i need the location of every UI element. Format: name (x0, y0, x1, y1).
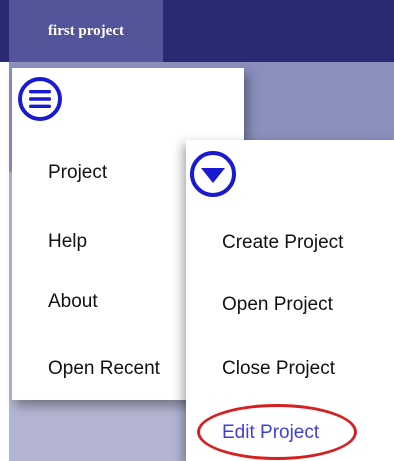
submenu-item-close-project[interactable]: Close Project (222, 358, 335, 380)
tab-first-project[interactable]: first project (9, 0, 163, 62)
submenu-item-open-project[interactable]: Open Project (222, 294, 333, 316)
hamburger-menu-icon[interactable] (17, 76, 63, 122)
menu-item-help[interactable]: Help (48, 231, 87, 253)
menu-item-project[interactable]: Project (48, 162, 107, 184)
chevron-down-icon[interactable] (189, 150, 237, 198)
menu-item-open-recent[interactable]: Open Recent (48, 358, 160, 380)
edit-project-annotation (197, 404, 357, 460)
tab-label: first project (48, 22, 124, 39)
menu-item-about[interactable]: About (48, 291, 98, 313)
submenu-item-create-project[interactable]: Create Project (222, 232, 343, 254)
